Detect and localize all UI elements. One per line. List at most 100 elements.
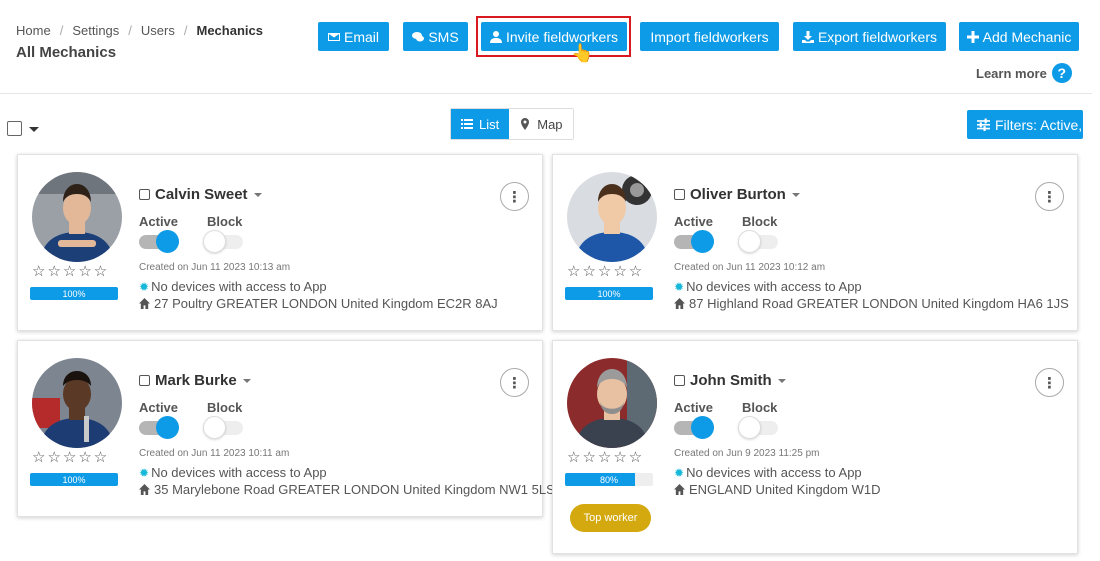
- devices-status: ✹ No devices with access to App: [674, 465, 862, 480]
- mechanic-name-text: Mark Burke: [155, 372, 237, 389]
- home-icon: [674, 484, 685, 495]
- list-view-button[interactable]: List: [451, 109, 510, 139]
- active-toggle[interactable]: [139, 230, 179, 253]
- avatar[interactable]: [567, 358, 657, 448]
- address-text: 27 Poultry GREATER LONDON United Kingdom…: [154, 296, 498, 311]
- created-date: Created on Jun 11 2023 10:12 am: [674, 262, 826, 273]
- block-toggle[interactable]: [203, 416, 243, 439]
- mechanic-card: ☆☆☆☆☆ 80% John Smith Active Block Create…: [552, 340, 1078, 554]
- ellipsis-vertical-icon: ⋮: [507, 374, 522, 392]
- active-toggle[interactable]: [674, 230, 714, 253]
- address-text: ENGLAND United Kingdom W1D: [689, 482, 881, 497]
- home-icon: [139, 298, 150, 309]
- mechanic-name[interactable]: Calvin Sweet: [155, 186, 262, 203]
- mechanic-name[interactable]: John Smith: [690, 372, 786, 389]
- mechanic-name[interactable]: Oliver Burton: [690, 186, 800, 203]
- more-options-button[interactable]: ⋮: [1035, 182, 1064, 211]
- ellipsis-vertical-icon: ⋮: [1042, 188, 1057, 206]
- page-title: All Mechanics: [16, 44, 117, 61]
- breadcrumb-users[interactable]: Users: [141, 23, 175, 38]
- list-icon: [461, 119, 473, 129]
- map-view-label: Map: [537, 116, 563, 132]
- toggle-knob: [738, 416, 761, 439]
- chevron-down-icon[interactable]: [242, 379, 251, 384]
- ellipsis-vertical-icon: ⋮: [1042, 374, 1057, 392]
- completion-bar-label: 80%: [599, 474, 618, 485]
- toggle-knob: [203, 416, 226, 439]
- toggle-knob: [203, 230, 226, 253]
- gear-icon: ✹: [139, 279, 150, 294]
- learn-more-link[interactable]: Learn more ?: [976, 63, 1072, 83]
- address: ENGLAND United Kingdom W1D: [674, 482, 880, 497]
- more-options-button[interactable]: ⋮: [500, 368, 529, 397]
- add-mechanic-button[interactable]: Add Mechanic: [959, 22, 1079, 51]
- export-fieldworkers-button[interactable]: Export fieldworkers: [793, 22, 946, 51]
- breadcrumb-current: Mechanics: [196, 23, 263, 38]
- completion-bar: 100%: [30, 287, 118, 300]
- mechanic-select-checkbox[interactable]: [139, 375, 150, 386]
- avatar[interactable]: [567, 172, 657, 262]
- more-options-button[interactable]: ⋮: [500, 182, 529, 211]
- sms-button-label: SMS: [428, 28, 459, 45]
- block-toggle[interactable]: [738, 416, 778, 439]
- block-toggle[interactable]: [203, 230, 243, 253]
- completion-bar: 100%: [30, 473, 118, 486]
- mechanic-select-checkbox[interactable]: [674, 375, 685, 386]
- toggle-knob: [156, 416, 179, 439]
- question-circle-icon: ?: [1051, 63, 1072, 83]
- more-options-button[interactable]: ⋮: [1035, 368, 1064, 397]
- rating-stars[interactable]: ☆☆☆☆☆: [567, 448, 659, 466]
- mechanic-card: ☆☆☆☆☆ 100% Oliver Burton Active Block Cr…: [552, 154, 1078, 331]
- mechanic-name-text: Oliver Burton: [690, 186, 786, 203]
- block-label: Block: [742, 214, 778, 229]
- filters-button[interactable]: Filters: Active,: [967, 110, 1083, 139]
- learn-more-label: Learn more: [976, 65, 1047, 81]
- address-text: 87 Highland Road GREATER LONDON United K…: [689, 296, 1069, 311]
- map-view-button[interactable]: Map: [509, 109, 573, 139]
- top-worker-badge: Top worker: [570, 504, 651, 532]
- rating-stars[interactable]: ☆☆☆☆☆: [567, 262, 659, 280]
- email-button[interactable]: Email: [318, 22, 389, 51]
- active-toggle[interactable]: [674, 416, 714, 439]
- rating-stars[interactable]: ☆☆☆☆☆: [32, 262, 124, 280]
- comments-icon: [412, 31, 425, 41]
- mechanic-name[interactable]: Mark Burke: [155, 372, 251, 389]
- import-fieldworkers-label: Import fieldworkers: [650, 28, 769, 45]
- chevron-down-icon[interactable]: [253, 193, 262, 198]
- avatar[interactable]: [32, 358, 122, 448]
- completion-bar-label: 100%: [62, 288, 86, 299]
- envelope-icon: [327, 32, 340, 41]
- created-date: Created on Jun 11 2023 10:11 am: [139, 448, 290, 459]
- mechanic-select-checkbox[interactable]: [139, 189, 150, 200]
- completion-bar: 80%: [565, 473, 653, 486]
- devices-status-text: No devices with access to App: [686, 279, 862, 294]
- list-view-label: List: [479, 116, 500, 132]
- select-all-checkbox[interactable]: [7, 121, 22, 136]
- breadcrumb-home[interactable]: Home: [16, 23, 51, 38]
- mechanic-name-text: John Smith: [690, 372, 772, 389]
- mechanic-card: ☆☆☆☆☆ 100% Calvin Sweet Active Block Cre…: [17, 154, 543, 331]
- block-toggle[interactable]: [738, 230, 778, 253]
- sms-button[interactable]: SMS: [403, 22, 468, 51]
- gear-icon: ✹: [139, 465, 150, 480]
- select-all-caret-icon[interactable]: [29, 127, 39, 132]
- completion-bar-label: 100%: [62, 474, 86, 485]
- home-icon: [674, 298, 685, 309]
- plus-icon: [966, 30, 979, 43]
- active-toggle[interactable]: [139, 416, 179, 439]
- devices-status-text: No devices with access to App: [151, 279, 327, 294]
- address-text: 35 Marylebone Road GREATER LONDON United…: [154, 482, 555, 497]
- toggle-knob: [156, 230, 179, 253]
- breadcrumb: Home / Settings / Users / Mechanics: [16, 23, 263, 38]
- import-fieldworkers-button[interactable]: Import fieldworkers: [640, 22, 779, 51]
- avatar[interactable]: [32, 172, 122, 262]
- download-icon: [801, 30, 814, 43]
- chevron-down-icon[interactable]: [791, 193, 800, 198]
- mechanic-select-checkbox[interactable]: [674, 189, 685, 200]
- filters-label: Filters: Active,: [995, 116, 1083, 133]
- mechanic-card: ☆☆☆☆☆ 100% Mark Burke Active Block Creat…: [17, 340, 555, 517]
- breadcrumb-settings[interactable]: Settings: [72, 23, 119, 38]
- header-divider: [0, 93, 1092, 94]
- chevron-down-icon[interactable]: [777, 379, 786, 384]
- rating-stars[interactable]: ☆☆☆☆☆: [32, 448, 124, 466]
